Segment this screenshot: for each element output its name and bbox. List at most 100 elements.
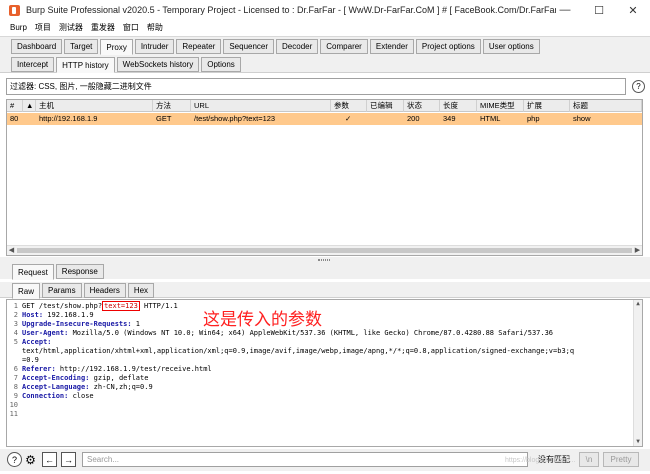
- col-extension[interactable]: 扩展: [524, 100, 570, 112]
- header-line: 3 Upgrade-Insecure-Requests: 1: [13, 320, 141, 328]
- highlighted-param: text=123: [102, 301, 140, 311]
- tab-project-options[interactable]: Project options: [415, 39, 481, 54]
- request-line-end: HTTP/1.1: [139, 302, 178, 310]
- empty-line: 11: [9, 410, 18, 418]
- row-length: 349: [443, 114, 456, 123]
- menu-intruder[interactable]: 测试器: [59, 22, 83, 33]
- col-status[interactable]: 状态: [404, 100, 440, 112]
- tab-target[interactable]: Target: [64, 39, 99, 54]
- tab-options[interactable]: Options: [201, 57, 241, 72]
- tab-headers[interactable]: Headers: [83, 283, 126, 298]
- scroll-left-icon[interactable]: ◀: [7, 246, 16, 255]
- row-url: /test/show.php?text=123: [194, 114, 276, 123]
- row-mime-type: HTML: [480, 114, 501, 123]
- col-method[interactable]: 方法: [153, 100, 191, 112]
- maximize-button[interactable]: ☐: [582, 0, 616, 20]
- row-host: http://192.168.1.9: [39, 114, 98, 123]
- menu-burp[interactable]: Burp: [10, 23, 27, 32]
- menu-bar: Burp 项目 测试器 重发器 窗口 帮助: [0, 20, 650, 35]
- request-line: 1 GET /test/show.php? text=123 HTTP/1.1: [13, 301, 178, 311]
- col-length[interactable]: 长度: [440, 100, 477, 112]
- title-bar: Burp Suite Professional v2020.5 - Tempor…: [0, 0, 650, 20]
- col-number[interactable]: #: [7, 100, 23, 112]
- params-check-icon: ✓: [345, 114, 352, 123]
- header-line: 2 Host: 192.168.1.9: [13, 311, 94, 319]
- minimize-button[interactable]: —: [548, 0, 582, 20]
- pretty-button[interactable]: Pretty: [603, 452, 639, 467]
- tab-params[interactable]: Params: [42, 283, 82, 298]
- scroll-up-icon[interactable]: ▲: [634, 300, 642, 308]
- empty-line: 10: [9, 401, 18, 409]
- tab-intruder[interactable]: Intruder: [134, 39, 175, 54]
- header-line: 9 Connection: close: [13, 392, 94, 400]
- close-button[interactable]: ✕: [616, 0, 650, 20]
- header-continuation: =0.9: [22, 356, 39, 364]
- header-continuation: text/html,application/xhtml+xml,applicat…: [22, 347, 575, 355]
- message-tabs: Request Response: [0, 262, 650, 280]
- window-controls: — ☐ ✕: [548, 0, 650, 20]
- request-editor[interactable]: 1 GET /test/show.php? text=123 HTTP/1.1 2H…: [6, 299, 643, 447]
- row-status: 200: [407, 114, 420, 123]
- forward-arrow-icon[interactable]: →: [61, 452, 76, 467]
- request-line-start: GET /test/show.php?: [22, 302, 103, 310]
- header-line: 4 User-Agent: Mozilla/5.0 (Windows NT 10.…: [13, 329, 554, 337]
- watermark: https://blog.csdn.net/...: [505, 457, 576, 464]
- horizontal-scrollbar[interactable]: ◀ ▶: [7, 245, 642, 255]
- menu-help[interactable]: 帮助: [147, 22, 163, 33]
- gear-icon[interactable]: ⚙: [23, 452, 38, 467]
- header-line: 7 Accept-Encoding: gzip, deflate: [13, 374, 149, 382]
- window-title: Burp Suite Professional v2020.5 - Tempor…: [26, 5, 556, 15]
- menu-project[interactable]: 项目: [35, 22, 51, 33]
- tab-raw[interactable]: Raw: [12, 283, 41, 299]
- row-title: show: [573, 114, 591, 123]
- scroll-down-icon[interactable]: ▼: [634, 438, 642, 446]
- filter-bar: 过滤器: CSS, 图片, 一般隐藏二进制文件 ?: [0, 77, 650, 96]
- table-row[interactable]: 80 http://192.168.1.9 GET /test/show.php…: [7, 113, 642, 125]
- col-edited[interactable]: 已编辑: [367, 100, 404, 112]
- col-params[interactable]: 参数: [331, 100, 367, 112]
- tab-response[interactable]: Response: [55, 264, 104, 279]
- tab-hex[interactable]: Hex: [127, 283, 155, 298]
- tab-comparer[interactable]: Comparer: [320, 39, 368, 54]
- row-number: 80: [10, 114, 19, 123]
- header-line: 5 Accept:: [13, 338, 52, 346]
- col-title[interactable]: 标题: [570, 100, 642, 112]
- search-input[interactable]: Search...: [82, 452, 528, 467]
- scroll-right-icon[interactable]: ▶: [633, 246, 642, 255]
- menu-window[interactable]: 窗口: [123, 22, 139, 33]
- proxy-sub-tabs: Intercept HTTP history WebSockets histor…: [0, 56, 650, 73]
- tab-dashboard[interactable]: Dashboard: [11, 39, 63, 54]
- tab-websockets-history[interactable]: WebSockets history: [116, 57, 200, 72]
- tab-proxy[interactable]: Proxy: [100, 39, 133, 55]
- col-url[interactable]: URL: [191, 100, 331, 112]
- back-arrow-icon[interactable]: ←: [42, 452, 57, 467]
- table-header: # ▲ 主机 方法 URL 参数 已编辑 状态 长度 MIME类型 扩展 标题: [7, 100, 642, 112]
- tab-extender[interactable]: Extender: [369, 39, 414, 54]
- tab-http-history[interactable]: HTTP history: [56, 57, 115, 73]
- row-method: GET: [156, 114, 172, 123]
- help-icon[interactable]: ?: [7, 452, 22, 467]
- help-icon[interactable]: ?: [632, 80, 645, 93]
- scrollbar-thumb[interactable]: [17, 248, 632, 253]
- col-host[interactable]: 主机: [36, 100, 153, 112]
- header-line: 8 Accept-Language: zh-CN,zh;q=0.9: [13, 383, 153, 391]
- sort-ascending-icon[interactable]: ▲: [23, 100, 36, 112]
- burp-logo-icon: [9, 4, 20, 16]
- col-mime-type[interactable]: MIME类型: [477, 100, 524, 112]
- tab-request[interactable]: Request: [12, 264, 54, 280]
- filter-settings[interactable]: 过滤器: CSS, 图片, 一般隐藏二进制文件: [6, 78, 626, 95]
- tab-sequencer[interactable]: Sequencer: [223, 39, 275, 54]
- main-tabs: Dashboard Target Proxy Intruder Repeater…: [0, 36, 650, 56]
- splitter-grip-icon[interactable]: [318, 259, 330, 261]
- menu-repeater[interactable]: 重发器: [91, 22, 115, 33]
- row-edited: [367, 113, 404, 125]
- tab-intercept[interactable]: Intercept: [11, 57, 55, 72]
- tab-decoder[interactable]: Decoder: [276, 39, 319, 54]
- view-tabs: Raw Params Headers Hex: [0, 282, 650, 299]
- row-extension: php: [527, 114, 540, 123]
- newline-toggle-button[interactable]: \n: [579, 452, 599, 467]
- vertical-scrollbar[interactable]: ▲ ▼: [633, 300, 642, 446]
- tab-user-options[interactable]: User options: [482, 39, 540, 54]
- annotation-text: 这是传入的参数: [203, 310, 322, 330]
- tab-repeater[interactable]: Repeater: [176, 39, 222, 54]
